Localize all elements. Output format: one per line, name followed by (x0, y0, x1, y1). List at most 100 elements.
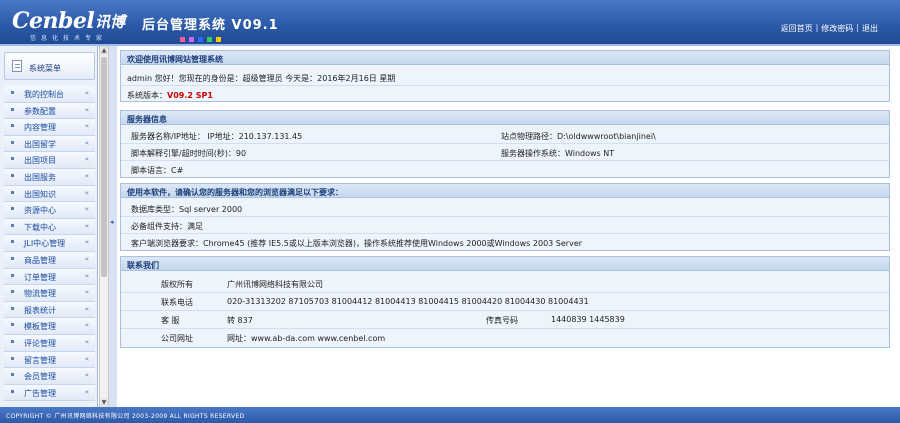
sidebar: 系统菜单 我的控制台 «参数配置 «内容管理 «出国留学 «出国项目 «出国服务 «出国知识… (0, 46, 98, 407)
sidebar-item[interactable]: 下载中心 « (4, 218, 95, 236)
service-value: 转 837 (227, 316, 253, 325)
row-divider (121, 216, 889, 217)
sidebar-item[interactable]: 我的控制台 « (4, 86, 95, 103)
menu-header: 系统菜单 (4, 52, 95, 80)
sidebar-item[interactable]: 留言管理 « (4, 351, 95, 369)
theme-swatch-yellow[interactable] (216, 37, 221, 42)
requirement-db: 数据库类型：Sql server 2000 (131, 205, 243, 214)
main-content: 欢迎使用讯博网站管理系统 admin 您好！您现在的身份是：超级管理员 今天是：… (120, 50, 890, 402)
theme-swatch-purple[interactable] (189, 37, 194, 42)
top-header: Cenbel 讯博 信息化技术专家 后台管理系统 V09.1 返回首页 | 修改… (0, 0, 900, 46)
sidebar-item[interactable]: 出国知识 « (4, 185, 95, 203)
sidebar-item-label: 订单管理 (24, 272, 56, 282)
bullet-icon (11, 389, 14, 393)
expand-arrow-icon: « (84, 371, 89, 380)
company-value: 广州讯博网络科技有限公司 (227, 280, 323, 289)
service-label: 客 服 (161, 316, 180, 325)
scroll-up-icon[interactable]: ▲ (100, 46, 108, 55)
bullet-icon (11, 356, 14, 360)
contact-title: 联系我们 (121, 257, 889, 271)
sidebar-item[interactable]: 模板管理 « (4, 318, 95, 335)
theme-swatch-green[interactable] (207, 37, 212, 42)
sidebar-item-label: 报表统计 (24, 305, 56, 315)
expand-arrow-icon: « (84, 254, 89, 263)
bullet-icon (11, 256, 14, 260)
home-link[interactable]: 返回首页 (781, 23, 813, 34)
sidebar-item[interactable]: 出国服务 « (4, 168, 95, 186)
sidebar-item-label: 出国知识 (24, 189, 56, 199)
row-divider (121, 233, 889, 234)
server-timeout: 脚本解释引擎/超时时间(秒)：90 (131, 149, 247, 158)
header-divider (0, 44, 900, 46)
server-path: 站点物理路径：D:\oldwwwroot\bianjinei\ (501, 132, 656, 141)
slogan: 信息化技术专家 (30, 35, 108, 42)
bullet-icon (11, 323, 14, 327)
version-label: 系统版本： (127, 91, 167, 100)
website-value[interactable]: 网址：www.ab-da.com www.cenbel.com (227, 333, 385, 344)
server-info-title: 服务器信息 (121, 111, 889, 125)
change-password-link[interactable]: 修改密码 (821, 23, 853, 34)
scroll-thumb[interactable] (101, 57, 107, 277)
server-info-panel: 服务器信息 服务器名称/IP地址： IP地址：210.137.131.45 站点… (120, 110, 890, 178)
sidebar-item[interactable]: 出国留学 « (4, 135, 95, 153)
sidebar-item[interactable]: 广告管理 « (4, 384, 95, 402)
logout-link[interactable]: 退出 (862, 23, 878, 34)
copyright-text: COPYRIGHT © 广州讯博网络科技有限公司 2003-2009 ALL R… (6, 413, 245, 420)
bullet-icon (11, 306, 14, 310)
contact-panel: 联系我们 版权所有 广州讯博网络科技有限公司 联系电话 020-31313202… (120, 256, 890, 348)
server-language: 脚本语言：C# (131, 166, 184, 175)
sidebar-item[interactable]: 评论管理 « (4, 334, 95, 352)
theme-swatch-pink[interactable] (180, 37, 185, 42)
bullet-icon (11, 91, 14, 94)
sidebar-item-label: 广告管理 (24, 388, 56, 398)
sidebar-item[interactable]: 报表统计 « (4, 301, 95, 319)
expand-arrow-icon: « (84, 138, 89, 147)
collapse-arrow-icon[interactable]: ◂ (110, 218, 114, 226)
bullet-icon (11, 223, 14, 227)
sidebar-item-label: 参数配置 (24, 106, 56, 116)
sidebar-item[interactable]: 参数配置 « (4, 102, 95, 120)
sidebar-item-label: 下载中心 (24, 222, 56, 232)
expand-arrow-icon: « (84, 89, 89, 97)
sidebar-scrollbar[interactable]: ▲ ▼ (99, 46, 109, 407)
link-separator: | (856, 23, 859, 32)
bullet-icon (11, 273, 14, 277)
sidebar-item-label: 我的控制台 (24, 90, 64, 99)
sidebar-item[interactable]: 会员管理 « (4, 368, 95, 385)
sidebar-item[interactable]: JLI中心管理 « (4, 235, 95, 252)
row-divider (121, 160, 889, 161)
sidebar-item[interactable]: 物流管理 « (4, 285, 95, 302)
requirement-client: 客户端浏览器要求：Chrome45 (推荐 IE5.5或以上版本浏览器)，操作系… (131, 239, 583, 248)
row-divider (121, 310, 889, 311)
system-title: 后台管理系统 V09.1 (142, 18, 279, 33)
expand-arrow-icon: « (84, 122, 89, 131)
requirements-title: 使用本软件，请确认您的服务器和您的浏览器满足以下要求： (121, 184, 889, 198)
sidebar-item[interactable]: 商品管理 « (4, 251, 95, 269)
sidebar-item-label: JLI中心管理 (24, 239, 66, 249)
sidebar-toggle[interactable]: ◂ (109, 46, 117, 407)
sidebar-item[interactable]: 资源中心 « (4, 202, 95, 219)
company-label: 版权所有 (161, 280, 193, 289)
requirement-components: 必备组件支持：满足 (131, 222, 203, 231)
theme-swatch-blue[interactable] (198, 37, 203, 42)
welcome-panel: 欢迎使用讯博网站管理系统 admin 您好！您现在的身份是：超级管理员 今天是：… (120, 50, 890, 102)
sidebar-item-label: 出国留学 (24, 139, 56, 149)
sidebar-item[interactable]: 订单管理 « (4, 268, 95, 286)
expand-arrow-icon: « (84, 221, 89, 230)
sidebar-item[interactable]: 出国项目 « (4, 152, 95, 169)
sidebar-item-label: 出国服务 (24, 172, 56, 182)
bullet-icon (11, 140, 14, 144)
bullet-icon (11, 373, 14, 377)
expand-arrow-icon: « (84, 387, 89, 396)
fax-label: 传真号码 (486, 316, 518, 325)
menu-title: 系统菜单 (29, 64, 61, 73)
row-divider (121, 328, 889, 329)
server-os: 服务器操作系统：Windows NT (501, 149, 615, 158)
document-icon (12, 60, 22, 72)
version-line: 系统版本：V09.2 SP1 (127, 90, 213, 101)
sidebar-item-label: 留言管理 (24, 355, 56, 365)
version-value: V09.2 SP1 (167, 91, 213, 100)
link-separator: | (815, 23, 819, 32)
scroll-down-icon[interactable]: ▼ (100, 398, 108, 407)
sidebar-item[interactable]: 内容管理 « (4, 119, 95, 136)
